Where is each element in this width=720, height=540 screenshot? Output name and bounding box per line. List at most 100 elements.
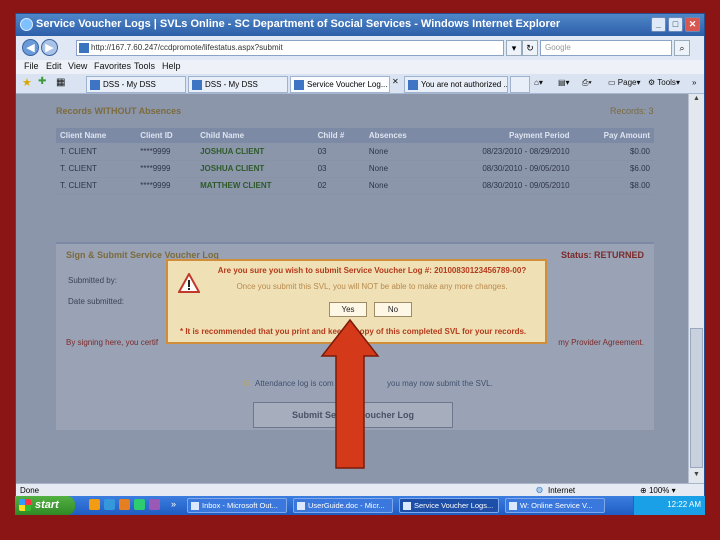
refresh-button[interactable]: ↻ (522, 40, 538, 56)
certify-text: By signing here, you certif (66, 338, 159, 347)
word-icon (297, 502, 305, 510)
cell-absences: None (364, 160, 433, 178)
smiley-icon: ☺ (242, 378, 253, 389)
forward-button[interactable]: ▶ (41, 39, 58, 56)
date-submitted-label: Date submitted: (68, 297, 125, 306)
cell-client-name: T. CLIENT (56, 160, 137, 178)
title-bar: Service Voucher Logs | SVLs Online - SC … (16, 14, 704, 36)
cell-client-id: ****9999 (136, 177, 197, 195)
quicklaunch-icon[interactable] (149, 499, 160, 510)
attendance-text-end: you may now submit the SVL. (387, 379, 493, 388)
menu-edit[interactable]: Edit (46, 61, 62, 71)
taskbar-item-online-service[interactable]: W: Online Service V... (505, 498, 605, 513)
chevron-icon[interactable]: » (171, 499, 176, 509)
dialog-question: Are you sure you wish to submit Service … (217, 266, 527, 275)
start-button[interactable]: start (15, 496, 75, 515)
submitted-by-label: Submitted by: (68, 276, 117, 285)
cell-payment-period: 08/30/2010 - 09/05/2010 (432, 177, 574, 195)
menu-tools[interactable]: Tools (134, 61, 155, 71)
clock: 12:22 AM (667, 500, 701, 509)
tools-menu[interactable]: ⚙ Tools▾ (648, 78, 680, 87)
back-button[interactable]: ◀ (22, 39, 39, 56)
page-menu[interactable]: ▭ Page▾ (608, 78, 640, 87)
window-title: Service Voucher Logs | SVLs Online - SC … (36, 18, 561, 30)
table-header-row: Client Name Client ID Child Name Child #… (56, 128, 654, 143)
table-row: T. CLIENT ****9999 JOSHUA CLIENT 03 None… (56, 143, 654, 161)
cell-child-name[interactable]: MATTHEW CLIENT (196, 177, 314, 195)
scroll-down-icon[interactable]: ▼ (690, 471, 703, 482)
cell-client-id: ****9999 (136, 160, 197, 178)
minimize-button[interactable]: _ (651, 17, 666, 32)
cell-absences: None (364, 143, 433, 161)
status-text: Done (20, 486, 40, 495)
system-tray: 12:22 AM (633, 496, 705, 515)
cell-pay-amount: $0.00 (573, 143, 654, 161)
tab-dss-2[interactable]: DSS - My DSS (188, 76, 288, 93)
menu-favorites[interactable]: Favorites (94, 61, 131, 71)
cell-child-name[interactable]: JOSHUA CLIENT (196, 143, 314, 161)
records-count: Records: 3 (610, 106, 654, 116)
tab-dss-1[interactable]: DSS - My DSS (86, 76, 186, 93)
tab-list-icon[interactable]: ▦ (56, 77, 65, 88)
cell-child-number: 02 (313, 177, 365, 195)
status-bar: Done ◍ Internet ⊕ 100% ▾ (16, 483, 704, 497)
taskbar-item-outlook[interactable]: Inbox - Microsoft Out... (187, 498, 287, 513)
yes-button[interactable]: Yes (329, 302, 367, 317)
cell-payment-period: 08/30/2010 - 09/05/2010 (432, 160, 574, 178)
zoom-control[interactable]: ⊕ 100% ▾ (640, 486, 676, 495)
address-bar: ◀ ▶ http://167.7.60.247/ccdpromote/lifes… (16, 36, 704, 60)
chevron-icon[interactable]: » (692, 78, 696, 87)
menu-file[interactable]: File (24, 61, 39, 71)
new-tab-button[interactable] (510, 76, 530, 93)
records-table: Client Name Client ID Child Name Child #… (56, 128, 654, 195)
print-icon[interactable]: ⎙▾ (582, 78, 592, 88)
menu-help[interactable]: Help (162, 61, 181, 71)
close-tab-icon[interactable]: ✕ (392, 77, 399, 86)
certify-text-end: my Provider Agreement. (558, 338, 644, 347)
ie-icon (20, 18, 33, 31)
col-child-name: Child Name (196, 128, 314, 143)
scroll-up-icon[interactable]: ▲ (690, 95, 703, 106)
menu-bar: File Edit View Favorites Tools Help (16, 60, 704, 74)
add-favorite-icon[interactable]: ✚ (38, 76, 46, 87)
vertical-scrollbar[interactable]: ▲ ▼ (688, 94, 704, 483)
search-input[interactable]: Google (540, 40, 672, 56)
cell-pay-amount: $6.00 (573, 160, 654, 178)
menu-view[interactable]: View (68, 61, 87, 71)
quicklaunch-icon[interactable] (89, 499, 100, 510)
taskbar-item-userguide[interactable]: UserGuide.doc - Micr... (293, 498, 393, 513)
maximize-button[interactable]: □ (668, 17, 683, 32)
dropdown-button[interactable]: ▾ (506, 40, 522, 56)
tab-service-voucher[interactable]: Service Voucher Log... (290, 76, 390, 93)
quicklaunch-icon[interactable] (104, 499, 115, 510)
taskbar-item-service-voucher[interactable]: Service Voucher Logs... (399, 498, 499, 513)
tab-bar: ★ ✚ ▦ DSS - My DSS DSS - My DSS Service … (16, 74, 704, 94)
cell-client-name: T. CLIENT (56, 143, 137, 161)
table-row: T. CLIENT ****9999 MATTHEW CLIENT 02 Non… (56, 177, 654, 195)
close-button[interactable]: ✕ (685, 17, 700, 32)
col-pay-amount: Pay Amount (573, 128, 654, 143)
search-icon[interactable]: ⌕ (674, 40, 690, 56)
cell-child-number: 03 (313, 160, 365, 178)
cell-pay-amount: $8.00 (573, 177, 654, 195)
cell-client-id: ****9999 (136, 143, 197, 161)
tab-not-authorized[interactable]: You are not authorized ... (404, 76, 508, 93)
table-row: T. CLIENT ****9999 JOSHUA CLIENT 03 None… (56, 160, 654, 178)
page-icon (294, 80, 304, 90)
cell-child-number: 03 (313, 143, 365, 161)
dialog-message: Once you submit this SVL, you will NOT b… (236, 282, 508, 291)
home-icon[interactable]: ⌂▾ (534, 78, 543, 87)
cell-child-name[interactable]: JOSHUA CLIENT (196, 160, 314, 178)
quicklaunch-icon[interactable] (134, 499, 145, 510)
ie-icon (403, 502, 411, 510)
no-button[interactable]: No (374, 302, 412, 317)
windows-flag-icon (19, 499, 31, 511)
dss-icon (408, 80, 418, 90)
favorites-star-icon[interactable]: ★ (22, 76, 32, 89)
quicklaunch-icon[interactable] (119, 499, 130, 510)
col-absences: Absences (364, 128, 433, 143)
feeds-icon[interactable]: ▤▾ (558, 78, 570, 87)
records-heading: Records WITHOUT Absences (56, 106, 182, 116)
scroll-thumb[interactable] (690, 328, 703, 468)
url-field[interactable]: http://167.7.60.247/ccdpromote/lifestatu… (76, 40, 504, 56)
